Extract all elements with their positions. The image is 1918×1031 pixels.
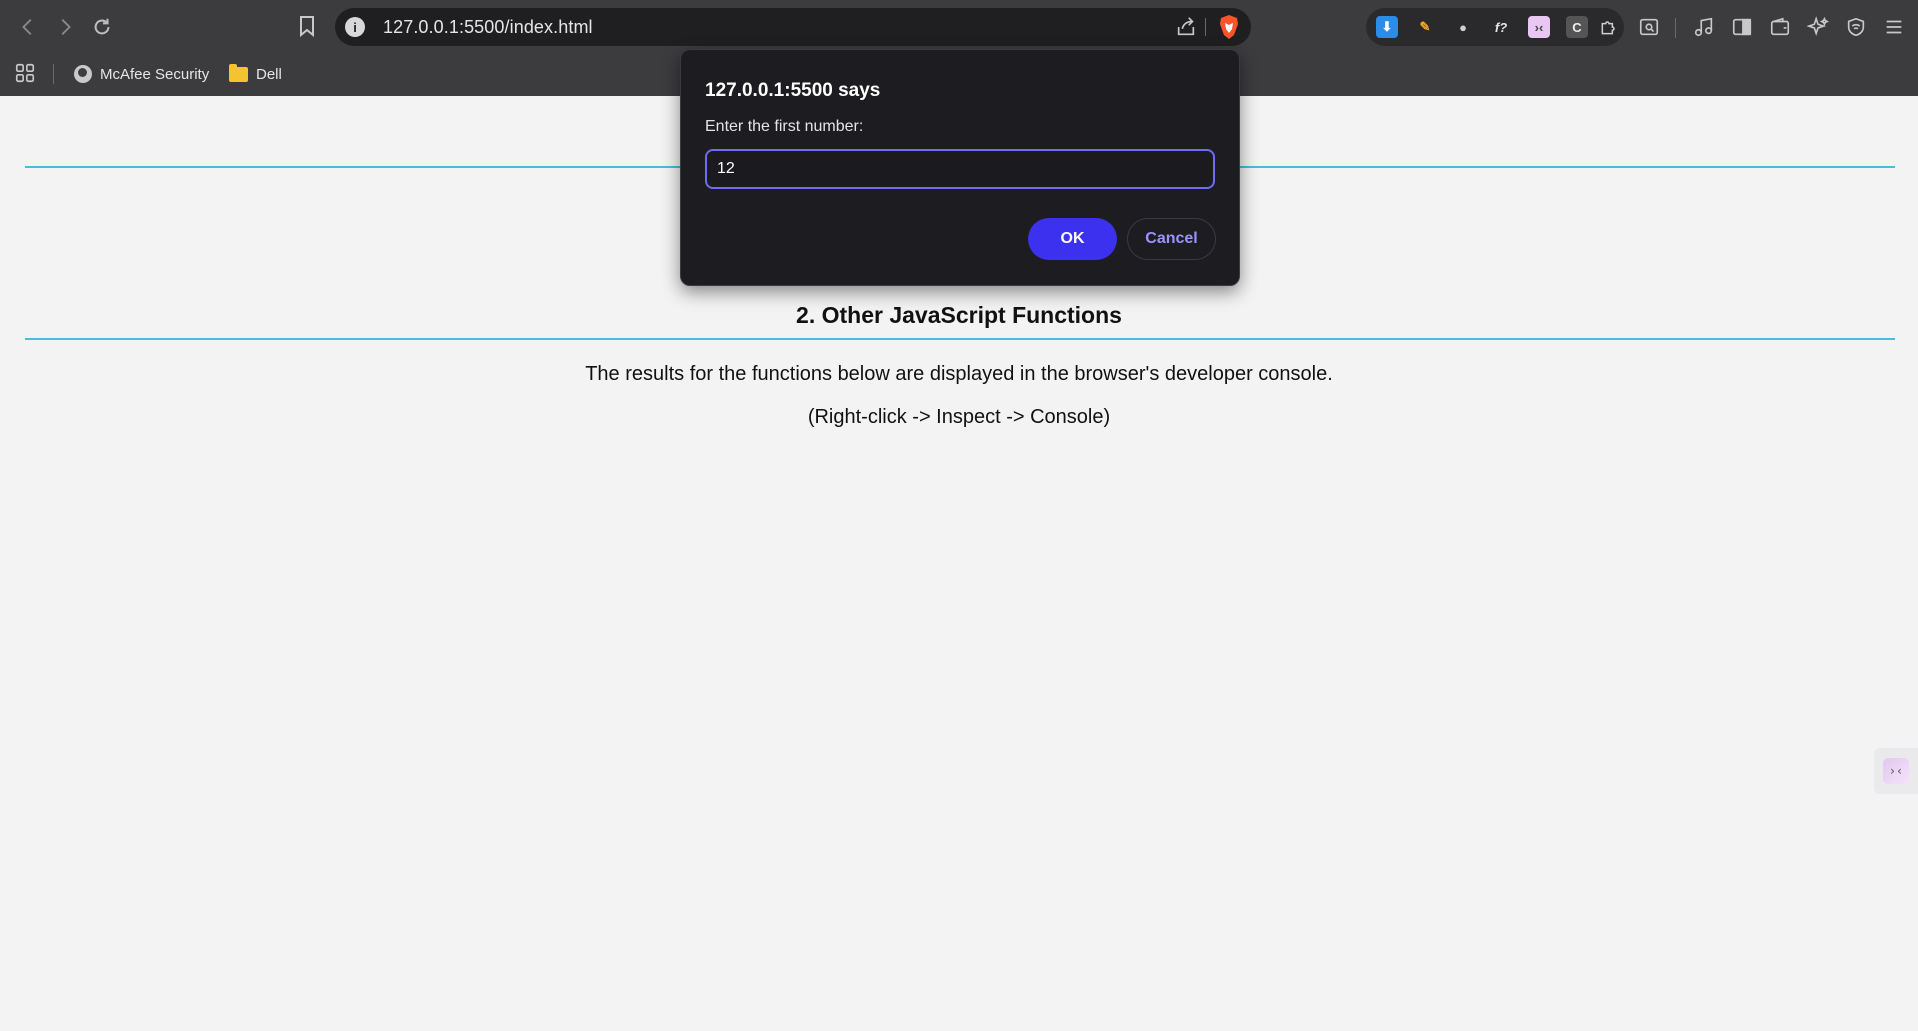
apps-grid-icon bbox=[15, 63, 35, 83]
vpn-button[interactable] bbox=[1843, 14, 1869, 40]
bookmark-label: McAfee Security bbox=[100, 65, 210, 83]
bookmark-page-button[interactable] bbox=[295, 13, 319, 39]
pen-extension-icon[interactable]: ✎ bbox=[1414, 16, 1436, 38]
hamburger-menu-icon bbox=[1886, 20, 1902, 34]
shield-icon bbox=[1847, 17, 1865, 37]
brave-shields-button[interactable] bbox=[1217, 14, 1241, 40]
url-text[interactable]: 127.0.0.1:5500/index.html bbox=[383, 17, 593, 38]
dialog-message: Enter the first number: bbox=[705, 118, 864, 135]
bookmark-mcafee-security[interactable]: McAfee Security bbox=[74, 62, 209, 86]
section-heading: 2. Other JavaScript Functions bbox=[796, 302, 1122, 328]
back-button[interactable] bbox=[13, 12, 43, 42]
globe-icon bbox=[74, 65, 92, 83]
search-page-icon bbox=[1639, 18, 1659, 36]
site-info-icon[interactable]: i bbox=[345, 17, 365, 37]
share-button[interactable] bbox=[1175, 16, 1197, 38]
chevron-left-icon bbox=[22, 19, 32, 35]
brave-lion-icon bbox=[1220, 15, 1238, 39]
menu-button[interactable] bbox=[1881, 14, 1907, 40]
horizontal-rule bbox=[25, 338, 1895, 340]
sparkle-icon bbox=[1807, 16, 1829, 37]
address-bar[interactable]: i 127.0.0.1:5500/index.html bbox=[335, 8, 1251, 46]
share-icon bbox=[1177, 17, 1195, 36]
prompt-dialog: 127.0.0.1:5500 says Enter the first numb… bbox=[680, 49, 1240, 286]
sidebar-button[interactable] bbox=[1729, 14, 1755, 40]
leo-ai-button[interactable] bbox=[1805, 14, 1831, 40]
page-search-button[interactable] bbox=[1636, 14, 1662, 40]
sidebar-icon bbox=[1732, 18, 1752, 36]
bookmark-dell[interactable]: Dell bbox=[229, 62, 282, 86]
wallet-button[interactable] bbox=[1767, 14, 1793, 40]
download-extension-icon[interactable]: ⬇ bbox=[1376, 16, 1398, 38]
dialog-title: 127.0.0.1:5500 says bbox=[705, 80, 881, 101]
extensions-group: ⬇ ✎ ● f? ›‹ C bbox=[1366, 8, 1624, 46]
media-button[interactable] bbox=[1691, 14, 1717, 40]
wallet-icon bbox=[1770, 17, 1790, 36]
reload-icon bbox=[94, 18, 110, 35]
browser-toolbar: i 127.0.0.1:5500/index.html ⬇ ✎ ● f? ›‹ … bbox=[0, 0, 1918, 54]
droplet-extension-icon[interactable]: ● bbox=[1452, 16, 1474, 38]
chevron-right-icon bbox=[61, 19, 71, 35]
face-extension-icon: ›‹ bbox=[1883, 758, 1909, 784]
apps-button[interactable] bbox=[14, 62, 36, 84]
puzzle-extensions-icon[interactable] bbox=[1598, 16, 1620, 38]
formula-extension-icon[interactable]: f? bbox=[1490, 16, 1512, 38]
divider bbox=[1205, 18, 1206, 36]
bookmark-icon bbox=[300, 16, 314, 38]
reload-button[interactable] bbox=[87, 12, 117, 42]
music-note-icon bbox=[1694, 17, 1713, 37]
divider bbox=[1675, 18, 1676, 38]
forward-button[interactable] bbox=[50, 12, 80, 42]
face-extension-icon[interactable]: ›‹ bbox=[1528, 16, 1550, 38]
ok-button[interactable]: OK bbox=[1028, 218, 1117, 260]
cancel-button[interactable]: Cancel bbox=[1127, 218, 1216, 260]
floating-extension-widget[interactable]: ›‹ bbox=[1874, 748, 1918, 794]
c-extension-icon[interactable]: C bbox=[1566, 16, 1588, 38]
bookmark-label: Dell bbox=[256, 65, 282, 83]
divider bbox=[53, 64, 54, 84]
folder-icon bbox=[229, 63, 248, 82]
intro-text: The results for the functions below are … bbox=[585, 363, 1333, 385]
prompt-input[interactable] bbox=[705, 149, 1215, 189]
console-hint-text: (Right-click -> Inspect -> Console) bbox=[807, 406, 1111, 428]
